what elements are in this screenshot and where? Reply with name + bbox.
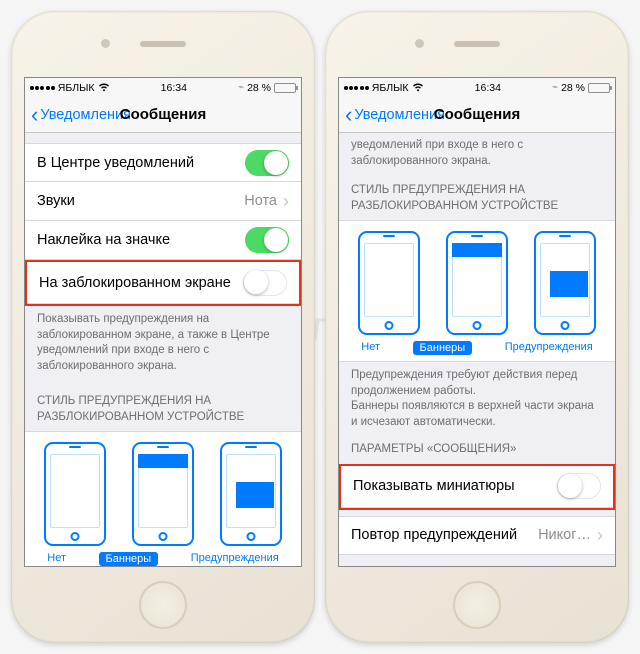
screen: ЯБЛЫК 16:34 ⌁ 28 % ‹ Уведомления Сообщен… [24, 77, 302, 567]
phone-mockup-left: ЯБЛЫК 16:34 ⌁ 28 % ‹ Уведомления Сообщен… [11, 11, 315, 643]
back-button[interactable]: ‹ Уведомления [345, 107, 445, 123]
row-label: На заблокированном экране [39, 275, 231, 291]
toggle-badge[interactable] [245, 227, 289, 253]
home-button[interactable] [139, 581, 187, 629]
settings-content: В Центре уведомлений Звуки Нота › Наклей… [25, 133, 301, 566]
nav-bar: ‹ Уведомления Сообщения [25, 97, 301, 133]
group-footer-text: уведомлений при входе в него с заблокиро… [339, 133, 615, 175]
alert-style-picker[interactable]: Нет Баннеры Предупреждения [25, 431, 301, 566]
style-option-none[interactable] [358, 231, 420, 335]
toggle-lockscreen[interactable] [243, 270, 287, 296]
toggle-show-thumbnails[interactable] [557, 473, 601, 499]
back-label: Уведомления [354, 107, 445, 123]
highlight-thumbnails-row: Показывать миниатюры [339, 464, 615, 510]
battery-icon [274, 83, 296, 93]
signal-dots-icon [30, 86, 55, 90]
phone-speaker [140, 41, 186, 47]
style-option-banners[interactable] [446, 231, 508, 335]
status-bar: ЯБЛЫК 16:34 ⌁ 28 % [339, 78, 615, 97]
row-label: В Центре уведомлений [37, 155, 194, 171]
wifi-icon [412, 83, 424, 92]
page-title: Сообщения [120, 106, 206, 123]
battery-pct-label: 28 % [247, 82, 271, 94]
nav-bar: ‹ Уведомления Сообщения [339, 97, 615, 133]
phone-mockup-right: ЯБЛЫК 16:34 ⌁ 28 % ‹ Уведомления Сообщен… [325, 11, 629, 643]
row-label: Звуки [37, 193, 75, 209]
battery-pct-label: 28 % [561, 82, 585, 94]
screen: ЯБЛЫК 16:34 ⌁ 28 % ‹ Уведомления Сообщен… [338, 77, 616, 567]
home-button[interactable] [453, 581, 501, 629]
carrier-label: ЯБЛЫК [372, 82, 409, 94]
style-option-none[interactable] [44, 442, 106, 546]
style-label-none[interactable]: Нет [47, 552, 66, 566]
phone-camera [101, 39, 110, 48]
style-label-banners[interactable]: Баннеры [413, 341, 473, 355]
style-option-alerts[interactable] [534, 231, 596, 335]
clock-label: 16:34 [475, 82, 501, 94]
alert-style-footer: Предупреждения требуют действия перед пр… [339, 362, 615, 436]
style-option-alerts[interactable] [220, 442, 282, 546]
style-option-banners[interactable] [132, 442, 194, 546]
row-label: Наклейка на значке [37, 232, 170, 248]
style-label-alerts[interactable]: Предупреждения [191, 552, 279, 566]
row-label: Повтор предупреждений [351, 527, 517, 543]
alert-style-header: СТИЛЬ ПРЕДУПРЕЖДЕНИЯ НА РАЗБЛОКИРОВАННОМ… [25, 380, 301, 431]
row-badge[interactable]: Наклейка на значке [25, 221, 301, 260]
row-value: Нота [244, 193, 277, 209]
status-bar: ЯБЛЫК 16:34 ⌁ 28 % [25, 78, 301, 97]
battery-icon [588, 83, 610, 93]
alert-style-header: СТИЛЬ ПРЕДУПРЕЖДЕНИЯ НА РАЗБЛОКИРОВАННОМ… [339, 175, 615, 220]
carrier-label: ЯБЛЫК [58, 82, 95, 94]
alert-style-picker[interactable]: Нет Баннеры Предупреждения [339, 220, 615, 362]
row-notification-center[interactable]: В Центре уведомлений [25, 143, 301, 182]
signal-dots-icon [344, 86, 369, 90]
style-label-none[interactable]: Нет [361, 341, 380, 355]
messages-params-header: ПАРАМЕТРЫ «СООБЩЕНИЯ» [339, 436, 615, 464]
bluetooth-icon: ⌁ [552, 82, 558, 93]
bluetooth-icon: ⌁ [238, 82, 244, 93]
back-label: Уведомления [40, 107, 131, 123]
style-label-banners[interactable]: Баннеры [99, 552, 159, 566]
page-title: Сообщения [434, 106, 520, 123]
back-button[interactable]: ‹ Уведомления [31, 107, 131, 123]
toggle-notification-center[interactable] [245, 150, 289, 176]
phone-speaker [454, 41, 500, 47]
group-footer-text: Показывать предупреждения на заблокирова… [25, 306, 301, 380]
settings-content: уведомлений при входе в него с заблокиро… [339, 133, 615, 566]
phone-camera [415, 39, 424, 48]
wifi-icon [98, 83, 110, 92]
row-repeat-alerts[interactable]: Повтор предупреждений Никог… › [339, 516, 615, 555]
row-show-thumbnails[interactable]: Показывать миниатюры [341, 466, 613, 508]
style-label-alerts[interactable]: Предупреждения [505, 341, 593, 355]
row-label: Показывать миниатюры [353, 478, 515, 494]
row-value: Никог… [538, 527, 591, 543]
row-lockscreen[interactable]: На заблокированном экране [27, 262, 299, 304]
clock-label: 16:34 [161, 82, 187, 94]
row-sounds[interactable]: Звуки Нота › [25, 182, 301, 221]
highlight-lockscreen-row: На заблокированном экране [25, 260, 301, 306]
